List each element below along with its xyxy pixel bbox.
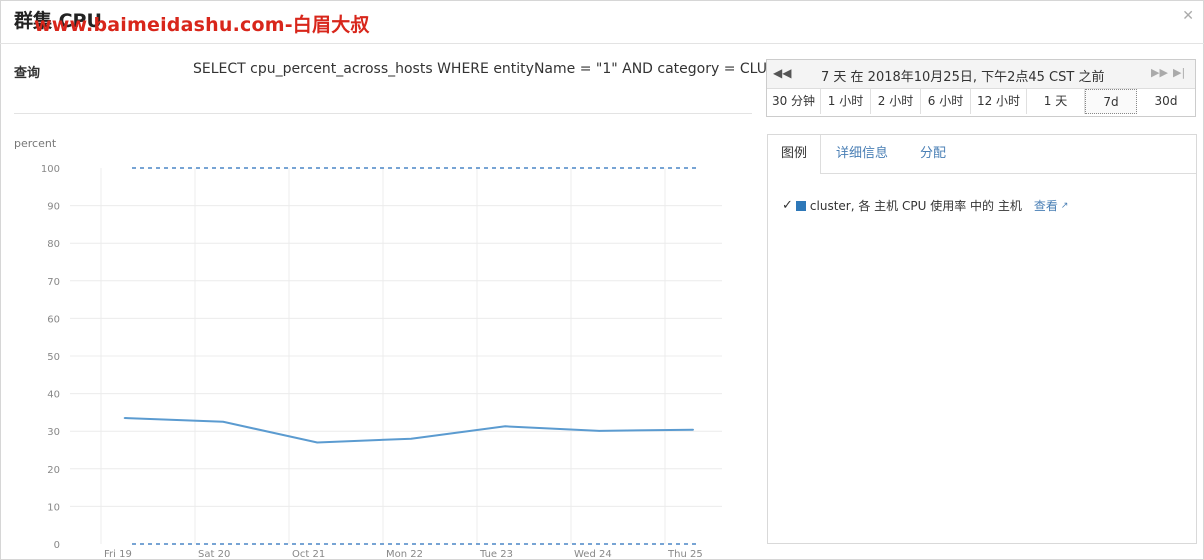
range-option-30m[interactable]: 30 分钟 bbox=[767, 89, 821, 114]
x-tick-label: Fri 19 bbox=[104, 549, 132, 560]
x-tick-label: Oct 21 bbox=[292, 549, 325, 560]
view-link[interactable]: 查看 bbox=[1034, 197, 1058, 214]
series-point bbox=[316, 441, 319, 444]
range-option-1h[interactable]: 1 小时 bbox=[821, 89, 871, 114]
checkmark-icon[interactable]: ✓ bbox=[782, 198, 793, 213]
range-option-6h[interactable]: 6 小时 bbox=[921, 89, 971, 114]
y-tick-label: 50 bbox=[47, 352, 60, 363]
tab-details[interactable]: 详细信息 bbox=[836, 135, 888, 173]
y-tick-label: 30 bbox=[47, 427, 60, 438]
watermark: www.baimeidashu.com-白眉大叔 bbox=[34, 14, 370, 36]
range-option-7d[interactable]: 7d bbox=[1085, 89, 1137, 114]
range-option-12h[interactable]: 12 小时 bbox=[971, 89, 1027, 114]
y-tick-label: 100 bbox=[41, 164, 60, 175]
y-tick-label: 90 bbox=[47, 202, 60, 213]
time-range-text: 7 天 在 2018年10月25日, 下午2点45 CST 之前 bbox=[821, 70, 1105, 85]
series-point bbox=[123, 417, 126, 419]
latest-range-icon[interactable]: ▶| bbox=[1173, 66, 1185, 79]
series-point bbox=[410, 437, 413, 440]
external-link-icon[interactable]: ↗ bbox=[1061, 201, 1069, 211]
y-tick-label: 10 bbox=[47, 502, 60, 513]
range-option-2h[interactable]: 2 小时 bbox=[871, 89, 921, 114]
cpu-line-chart: 0 10 20 30 40 50 60 70 80 90 100 Fri 19 Sat 20 Oct 21… bbox=[41, 164, 722, 560]
legend-label: cluster, 各 主机 CPU 使用率 中的 主机 bbox=[809, 199, 1022, 213]
x-tick-label: Tue 23 bbox=[479, 549, 513, 560]
y-tick-label: 20 bbox=[47, 465, 60, 476]
time-range-options: 30 分钟 1 小时 2 小时 6 小时 12 小时 1 天 7d 30d bbox=[767, 89, 1195, 116]
series-point bbox=[504, 425, 507, 428]
series-point bbox=[598, 430, 600, 432]
tab-legend[interactable]: 图例 bbox=[768, 135, 822, 174]
close-icon[interactable]: ✕ bbox=[1182, 8, 1194, 24]
y-tick-label: 80 bbox=[47, 239, 60, 250]
y-tick-label: 0 bbox=[54, 540, 60, 551]
x-tick-label: Wed 24 bbox=[574, 549, 612, 560]
time-range-selector: ◀◀ 7 天 在 2018年10月25日, 下午2点45 CST 之前 ▶▶ ▶… bbox=[766, 59, 1196, 117]
header-divider bbox=[0, 43, 1204, 44]
query-label: 查询 bbox=[14, 66, 41, 81]
range-option-30d[interactable]: 30d bbox=[1137, 89, 1195, 114]
series-point bbox=[222, 421, 224, 423]
y-tick-label: 40 bbox=[47, 390, 60, 401]
x-tick-label: Thu 25 bbox=[667, 549, 703, 560]
y-tick-label: 60 bbox=[47, 314, 60, 325]
series-color-swatch bbox=[795, 200, 806, 211]
series-line bbox=[124, 417, 694, 444]
next-range-icon[interactable]: ▶▶ bbox=[1151, 66, 1168, 79]
query-text: SELECT cpu_percent_across_hosts WHERE en… bbox=[193, 61, 804, 77]
previous-range-icon[interactable]: ◀◀ bbox=[773, 66, 791, 80]
series-point bbox=[692, 428, 694, 431]
y-axis-label: percent bbox=[14, 137, 57, 150]
query-divider bbox=[14, 113, 752, 114]
x-tick-label: Sat 20 bbox=[198, 549, 230, 560]
time-range-header: ◀◀ 7 天 在 2018年10月25日, 下午2点45 CST 之前 ▶▶ ▶… bbox=[767, 60, 1195, 89]
x-tick-label: Mon 22 bbox=[386, 549, 423, 560]
legend-panel: 图例 详细信息 分配 ✓ cluster, 各 主机 CPU 使用率 中的 主机… bbox=[767, 134, 1197, 544]
y-tick-label: 70 bbox=[47, 277, 60, 288]
tab-distribution[interactable]: 分配 bbox=[920, 135, 946, 173]
range-option-1d[interactable]: 1 天 bbox=[1027, 89, 1085, 114]
legend-item[interactable]: ✓ cluster, 各 主机 CPU 使用率 中的 主机 查看 ↗ bbox=[782, 197, 1068, 214]
panel-tabs: 图例 详细信息 分配 bbox=[768, 135, 1196, 174]
